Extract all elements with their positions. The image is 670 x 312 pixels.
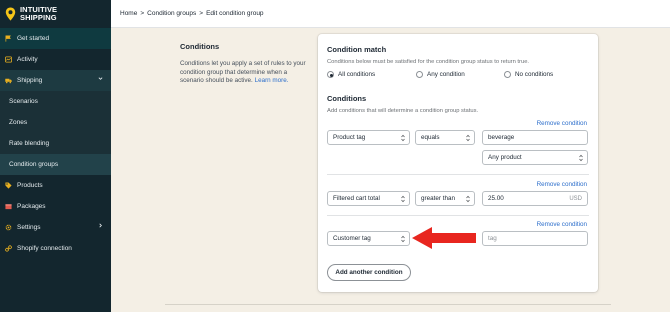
conditions-intro: Conditions Conditions let you apply a se… — [180, 42, 308, 86]
condition-value-input[interactable]: 25.00 USD — [482, 191, 588, 206]
product-scope-select[interactable]: Any product — [482, 150, 588, 165]
page-divider — [165, 304, 611, 305]
sidebar-item-label: Scenarios — [9, 98, 38, 105]
sidebar-item-products[interactable]: Products — [0, 175, 111, 196]
condition-operator-select[interactable]: equals — [415, 130, 475, 145]
truck-icon — [5, 78, 12, 84]
breadcrumb-separator: > — [140, 10, 145, 17]
sidebar-item-shopify-connection[interactable]: Shopify connection — [0, 238, 111, 259]
radio-any-condition[interactable]: Any condition — [416, 71, 504, 78]
sidebar-item-label: Condition groups — [9, 161, 59, 168]
radio-button[interactable] — [416, 71, 423, 78]
link-icon — [5, 245, 12, 252]
select-arrows-icon — [466, 134, 470, 142]
radio-no-conditions[interactable]: No conditions — [504, 71, 553, 78]
package-icon — [5, 204, 12, 210]
sidebar-item-scenarios[interactable]: Scenarios — [0, 91, 111, 112]
remove-condition-link[interactable]: Remove condition — [537, 181, 587, 188]
currency-suffix: USD — [569, 195, 582, 202]
condition-field-select[interactable]: Filtered cart total — [327, 191, 410, 206]
breadcrumb-current: Edit condition group — [206, 10, 264, 17]
sidebar-item-settings[interactable]: Settings — [0, 217, 111, 238]
sidebar-item-label: Activity — [17, 56, 38, 63]
sidebar-item-rate-blending[interactable]: Rate blending — [0, 133, 111, 154]
add-condition-button[interactable]: Add another condition — [327, 264, 411, 281]
sidebar-item-label: Rate blending — [9, 140, 50, 147]
breadcrumb-separator: > — [199, 10, 204, 17]
chevron-down-icon — [98, 77, 103, 80]
remove-condition-link[interactable]: Remove condition — [537, 221, 587, 228]
sidebar-item-shipping[interactable]: Shipping — [0, 70, 111, 91]
breadcrumb-condition-groups[interactable]: Condition groups — [147, 10, 196, 17]
condition-divider — [327, 174, 589, 175]
condition-value-input[interactable]: beverage — [482, 130, 588, 145]
tag-icon — [5, 182, 12, 189]
radio-button[interactable] — [327, 71, 334, 78]
chevron-right-icon — [99, 223, 102, 228]
select-arrows-icon — [401, 195, 405, 203]
sidebar-item-label: Zones — [9, 119, 28, 126]
sidebar: INTUITIVE SHIPPING Get started Activity … — [0, 0, 111, 312]
sidebar-item-activity[interactable]: Activity — [0, 49, 111, 70]
brand-name: INTUITIVE SHIPPING — [20, 5, 58, 22]
activity-icon — [5, 56, 12, 63]
conditions-card: Condition match Conditions below must be… — [318, 34, 598, 292]
annotation-arrow-icon — [412, 227, 476, 249]
flag-icon — [5, 35, 11, 42]
condition-field-select[interactable]: Customer tag — [327, 231, 410, 246]
sidebar-item-label: Shipping — [17, 77, 43, 84]
conditions-title: Conditions — [327, 94, 367, 103]
conditions-description: Add conditions that will determine a con… — [327, 108, 479, 114]
sidebar-item-label: Get started — [17, 35, 50, 42]
location-pin-icon — [5, 7, 16, 21]
breadcrumb-home[interactable]: Home — [120, 10, 137, 17]
select-arrows-icon — [401, 235, 405, 243]
breadcrumb: Home > Condition groups > Edit condition… — [111, 0, 670, 28]
condition-operator-select[interactable]: greater than — [415, 191, 475, 206]
sidebar-item-label: Settings — [17, 224, 41, 231]
condition-match-options: All conditions Any condition No conditio… — [327, 71, 553, 78]
condition-divider — [327, 215, 589, 216]
section-title: Conditions — [180, 42, 220, 51]
condition-field-select[interactable]: Product tag — [327, 130, 410, 145]
condition-value-input[interactable]: tag — [482, 231, 588, 246]
sidebar-item-packages[interactable]: Packages — [0, 196, 111, 217]
remove-condition-link[interactable]: Remove condition — [537, 120, 587, 127]
gear-icon — [5, 224, 12, 231]
sidebar-item-label: Shopify connection — [17, 245, 72, 252]
select-arrows-icon — [466, 195, 470, 203]
select-arrows-icon — [401, 134, 405, 142]
brand-logo[interactable]: INTUITIVE SHIPPING — [0, 0, 111, 28]
sidebar-item-label: Products — [17, 182, 43, 189]
condition-match-title: Condition match — [327, 45, 387, 54]
condition-match-description: Conditions below must be satisfied for t… — [327, 59, 530, 65]
sidebar-item-condition-groups[interactable]: Condition groups — [0, 154, 111, 175]
sidebar-item-zones[interactable]: Zones — [0, 112, 111, 133]
sidebar-item-label: Packages — [17, 203, 46, 210]
radio-all-conditions[interactable]: All conditions — [327, 71, 416, 78]
select-arrows-icon — [579, 154, 583, 162]
sidebar-item-get-started[interactable]: Get started — [0, 28, 111, 49]
learn-more-link[interactable]: Learn more. — [255, 77, 289, 84]
radio-button[interactable] — [504, 71, 511, 78]
section-description: Conditions let you apply a set of rules … — [180, 60, 306, 84]
